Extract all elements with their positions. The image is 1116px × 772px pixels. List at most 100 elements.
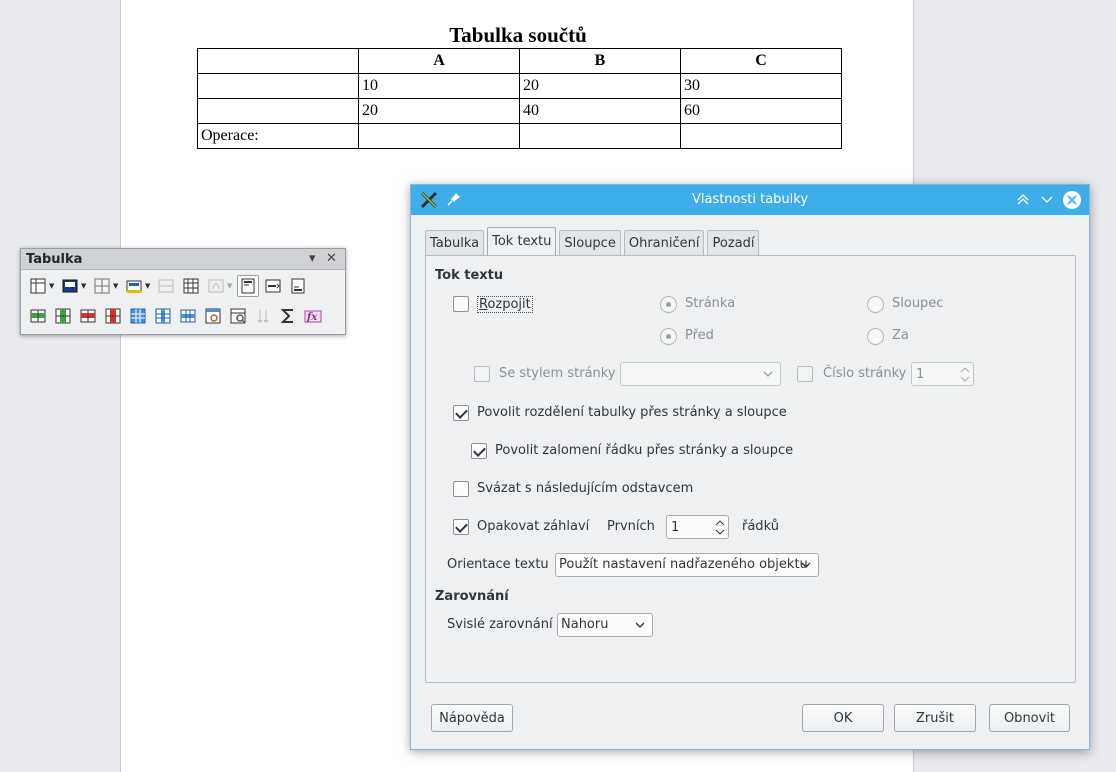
- page-label: Stránka: [685, 296, 736, 311]
- rows-label: řádků: [742, 519, 779, 534]
- table-cell[interactable]: [358, 123, 520, 149]
- after-radio[interactable]: [867, 328, 884, 345]
- help-button[interactable]: Nápověda: [431, 704, 513, 732]
- align-center-icon[interactable]: [262, 275, 284, 297]
- toolbar-menu-icon[interactable]: ▾: [309, 251, 316, 266]
- orientation-label: Orientace textu: [447, 557, 549, 572]
- minimize-icon[interactable]: [1039, 191, 1057, 209]
- tab-table[interactable]: Tabulka: [425, 230, 485, 258]
- table-cell[interactable]: [197, 48, 359, 74]
- page-number-stepper[interactable]: 1: [911, 362, 974, 386]
- page-radio[interactable]: [660, 296, 677, 313]
- close-icon[interactable]: [1062, 190, 1081, 209]
- table-cell[interactable]: 30: [680, 73, 842, 99]
- page-style-select[interactable]: [620, 362, 781, 386]
- break-label: Rozpojit: [477, 296, 533, 313]
- repeat-heading-label: Opakovat záhlaví: [477, 519, 590, 534]
- break-label-text: ozpojit: [487, 297, 531, 312]
- table-cell[interactable]: A: [358, 48, 520, 74]
- before-radio[interactable]: [660, 328, 677, 345]
- document-title: Tabulka součtů: [449, 23, 587, 47]
- table-number-format-icon[interactable]: [227, 305, 249, 327]
- optimize-icon[interactable]: [205, 275, 227, 297]
- sum-icon[interactable]: [277, 305, 299, 327]
- select-table-icon[interactable]: [127, 305, 149, 327]
- chevron-down-icon[interactable]: ▼: [227, 282, 235, 290]
- chevron-down-icon[interactable]: [715, 528, 725, 536]
- table-cell[interactable]: [519, 123, 681, 149]
- allow-split-table-checkbox[interactable]: [453, 405, 469, 421]
- toolbar-titlebar[interactable]: Tabulka ▾ ✕: [21, 249, 345, 270]
- table-cell[interactable]: [197, 98, 359, 124]
- tab-columns[interactable]: Sloupce: [559, 230, 621, 258]
- orientation-select[interactable]: Použít nastavení nadřazeného objektu: [555, 553, 819, 577]
- table-toolbar: Tabulka ▾ ✕ ▼ ▼ ▼ ▼ ▼ fx: [20, 248, 346, 335]
- column-radio[interactable]: [867, 296, 884, 313]
- select-row-icon[interactable]: [177, 305, 199, 327]
- column-label: Sloupec: [892, 296, 944, 311]
- tab-text-flow[interactable]: Tok textu: [487, 227, 557, 258]
- table-properties-dialog: Vlastnosti tabulky Tabulka Tok textu Slo…: [410, 184, 1090, 750]
- toolbar-close-icon[interactable]: ✕: [326, 251, 337, 266]
- first-label: Prvních: [607, 519, 655, 534]
- merge-cells-icon[interactable]: [155, 275, 177, 297]
- cancel-button[interactable]: Zrušit: [894, 704, 976, 732]
- table-cell[interactable]: 60: [680, 98, 842, 124]
- chevron-up-icon[interactable]: [960, 366, 970, 374]
- chevron-down-icon: [801, 559, 811, 574]
- table-cell[interactable]: B: [519, 48, 681, 74]
- repeat-heading-checkbox[interactable]: [453, 519, 469, 535]
- sort-icon[interactable]: [252, 305, 274, 327]
- table-cell[interactable]: Operace:: [197, 123, 359, 149]
- svg-text:fx: fx: [306, 312, 318, 323]
- keep-with-next-checkbox[interactable]: [453, 481, 469, 497]
- chevron-down-icon[interactable]: ▼: [49, 282, 57, 290]
- table-cell[interactable]: 20: [519, 73, 681, 99]
- vertical-alignment-select[interactable]: Nahoru: [557, 613, 653, 637]
- chevron-down-icon[interactable]: ▼: [81, 282, 89, 290]
- cell-background-icon[interactable]: [91, 275, 113, 297]
- sum-table[interactable]: A B C 10 20 30 20 40 60 Operace:: [197, 48, 842, 149]
- repeat-rows-stepper[interactable]: 1: [666, 515, 729, 539]
- table-cell[interactable]: 10: [358, 73, 520, 99]
- table-cell[interactable]: [680, 123, 842, 149]
- ok-button[interactable]: OK: [802, 704, 884, 732]
- delete-rows-icon[interactable]: [77, 305, 99, 327]
- table-cell[interactable]: 40: [519, 98, 681, 124]
- split-cells-icon[interactable]: [180, 275, 202, 297]
- keep-above-icon[interactable]: [1015, 191, 1033, 209]
- page-number-value: 1: [916, 367, 925, 382]
- dialog-titlebar[interactable]: Vlastnosti tabulky: [411, 185, 1089, 215]
- page-style-checkbox[interactable]: [474, 366, 490, 382]
- chevron-down-icon[interactable]: ▼: [145, 282, 153, 290]
- delete-columns-icon[interactable]: [102, 305, 124, 327]
- formula-icon[interactable]: fx: [302, 305, 324, 327]
- before-label: Před: [685, 328, 714, 343]
- align-bottom-icon[interactable]: [287, 275, 309, 297]
- chevron-down-icon[interactable]: ▼: [113, 282, 121, 290]
- dialog-title: Vlastnosti tabulky: [691, 192, 809, 207]
- insert-columns-icon[interactable]: [52, 305, 74, 327]
- chevron-down-icon[interactable]: [960, 375, 970, 383]
- chevron-up-icon[interactable]: [715, 519, 725, 527]
- table-cell[interactable]: C: [680, 48, 842, 74]
- tab-background[interactable]: Pozadí: [707, 230, 760, 258]
- align-top-icon[interactable]: [237, 275, 259, 297]
- table-cell[interactable]: 20: [358, 98, 520, 124]
- page-number-checkbox[interactable]: [797, 366, 813, 382]
- table-insert-icon[interactable]: [27, 275, 49, 297]
- after-label: Za: [892, 328, 909, 343]
- toolbar-row-1: ▼ ▼ ▼ ▼ ▼: [27, 275, 312, 297]
- insert-rows-above-icon[interactable]: [27, 305, 49, 327]
- table-properties-dialog-icon[interactable]: [202, 305, 224, 327]
- break-checkbox[interactable]: [453, 296, 469, 312]
- tab-borders[interactable]: Ohraničení: [623, 230, 705, 258]
- table-row: 10 20 30: [197, 73, 842, 99]
- select-column-icon[interactable]: [152, 305, 174, 327]
- reset-button[interactable]: Obnovit: [989, 704, 1070, 732]
- table-autoformat-icon[interactable]: [123, 275, 145, 297]
- vertical-alignment-value: Nahoru: [561, 617, 609, 632]
- table-cell[interactable]: [197, 73, 359, 99]
- allow-split-row-checkbox[interactable]: [471, 443, 487, 459]
- borders-icon[interactable]: [59, 275, 81, 297]
